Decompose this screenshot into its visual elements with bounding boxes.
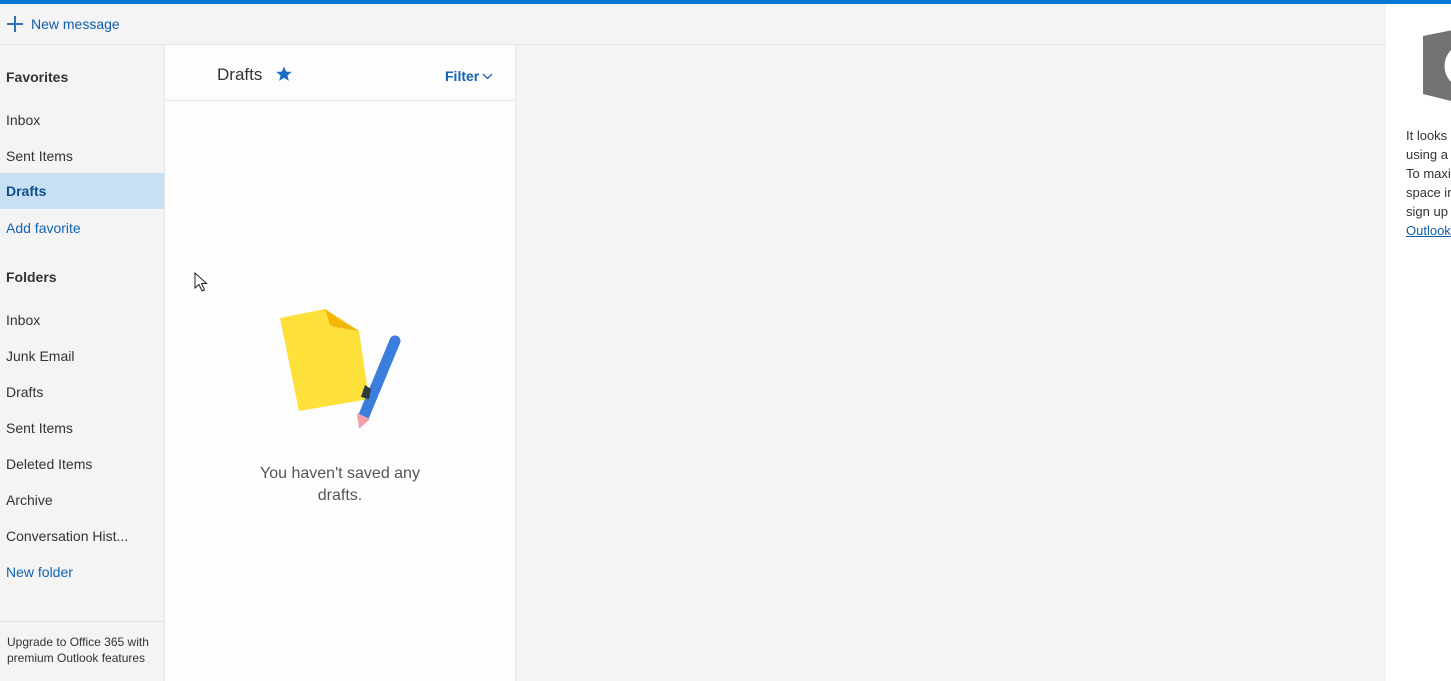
add-favorite-link[interactable]: Add favorite [0,210,164,246]
folder-item-archive[interactable]: Archive [0,482,164,518]
reading-pane [516,45,1386,681]
star-icon[interactable] [275,65,293,83]
new-folder-link[interactable]: New folder [0,554,164,590]
promo-line: It looks [1406,128,1448,143]
command-bar: New message [0,4,1386,45]
favorite-item-sent-items[interactable]: Sent Items [0,138,164,174]
filter-label: Filter [445,68,480,84]
folder-item-conversation-history[interactable]: Conversation Hist... [0,518,164,554]
office-logo-icon [1423,30,1451,101]
mouse-cursor-icon [194,272,208,292]
chevron-down-icon [482,73,493,80]
promo-pane: It looks using a To maxi space ir sign u… [1386,4,1451,681]
folder-sidebar: Favorites Inbox Sent Items Drafts Add fa… [0,45,165,681]
folder-item-drafts[interactable]: Drafts [0,374,164,410]
upgrade-office-link[interactable]: Upgrade to Office 365 with premium Outlo… [0,621,164,666]
folder-item-sent-items[interactable]: Sent Items [0,410,164,446]
message-list-pane: Drafts Filter You haven't saved any draf… [165,45,516,681]
plus-icon [6,15,24,33]
folder-title: Drafts [217,65,263,84]
promo-text: It looks using a To maxi space ir sign u… [1406,126,1451,240]
message-list-header: Drafts Filter [165,45,515,101]
folder-item-deleted-items[interactable]: Deleted Items [0,446,164,482]
promo-line: sign up [1406,204,1448,219]
folders-header[interactable]: Folders [6,269,57,285]
paper-icon [280,309,369,411]
outlook-link[interactable]: Outlook [1406,223,1451,238]
folder-item-inbox[interactable]: Inbox [0,302,164,338]
favorites-header[interactable]: Favorites [6,69,68,85]
empty-drafts-illustration [280,309,401,428]
promo-line: using a [1406,147,1448,162]
empty-state-message: You haven't saved any drafts. [260,465,420,504]
favorite-item-inbox[interactable]: Inbox [0,102,164,138]
promo-line: space ir [1406,185,1451,200]
favorite-item-drafts[interactable]: Drafts [0,173,164,209]
filter-button[interactable]: Filter [445,68,493,84]
new-message-label: New message [31,16,120,32]
promo-line: To maxi [1406,166,1451,181]
new-message-button[interactable]: New message [6,14,120,34]
folder-item-junk-email[interactable]: Junk Email [0,338,164,374]
